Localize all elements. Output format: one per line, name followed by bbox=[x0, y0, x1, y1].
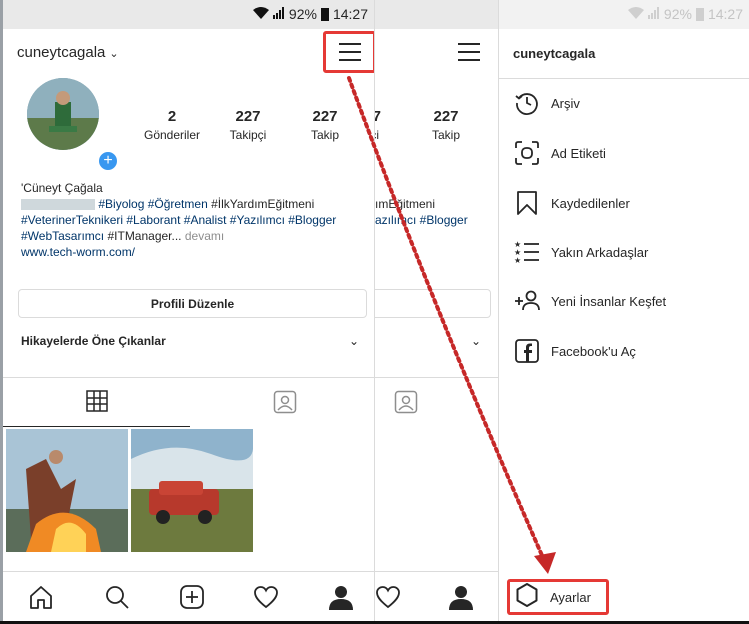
nametag-icon bbox=[513, 139, 541, 167]
menu-item-open-facebook[interactable]: Facebook'u Aç bbox=[513, 337, 636, 365]
posts-count: 2 bbox=[167, 108, 177, 125]
signal-icon bbox=[272, 6, 285, 22]
edit-profile-button[interactable]: Profili Düzenle bbox=[18, 289, 367, 318]
menu-label: Kaydedilenler bbox=[551, 195, 630, 211]
profile-bio: 'Cüneyt Çağala #Biyolog #Öğretmen #İlkYa… bbox=[21, 180, 366, 260]
discover-people-icon bbox=[513, 287, 541, 315]
grid-icon[interactable] bbox=[86, 390, 108, 417]
svg-text:★: ★ bbox=[514, 256, 521, 265]
gear-icon bbox=[514, 582, 540, 613]
bottom-nav bbox=[3, 571, 374, 621]
post-thumbnail[interactable] bbox=[6, 429, 128, 552]
settings-label: Ayarlar bbox=[550, 589, 591, 605]
status-bar-faded: 92% 14:27 bbox=[499, 0, 749, 29]
bio-hashtags-2[interactable]: #VeterinerTeknikeri #Laborant #Analist #… bbox=[21, 212, 366, 228]
heart-icon[interactable] bbox=[253, 584, 279, 610]
bookmark-icon bbox=[513, 189, 541, 217]
menu-label: Ad Etiketi bbox=[551, 145, 606, 161]
hamburger-icon bbox=[458, 43, 480, 45]
settings-menu-item[interactable]: Ayarlar bbox=[507, 579, 609, 615]
stat-posts[interactable]: 2 Gönderiler bbox=[137, 108, 207, 142]
hamburger-icon bbox=[338, 43, 361, 45]
clock: 14:27 bbox=[707, 6, 743, 22]
hamburger-menu-button[interactable] bbox=[323, 31, 374, 73]
post-thumbnail[interactable] bbox=[131, 429, 253, 552]
website-link[interactable]: www.tech-worm.com/ bbox=[21, 244, 366, 260]
followers-label: Takipçi bbox=[229, 128, 267, 142]
profile-tab-bar bbox=[3, 377, 374, 427]
blurred-text bbox=[21, 199, 95, 211]
bottom-nav bbox=[375, 571, 498, 621]
signal-icon bbox=[647, 6, 660, 22]
menu-item-archive[interactable]: Arşiv bbox=[513, 89, 580, 117]
wifi-icon bbox=[627, 6, 644, 22]
menu-item-close-friends[interactable]: ★ ★ ★ Yakın Arkadaşlar bbox=[513, 238, 648, 266]
chevron-down-icon: ⌄ bbox=[109, 48, 119, 60]
close-friends-list-icon: ★ ★ ★ bbox=[513, 238, 541, 266]
following-label: Takip bbox=[431, 128, 460, 142]
drawer-username: cuneytcagala bbox=[513, 46, 596, 61]
hamburger-menu-button[interactable] bbox=[447, 34, 491, 70]
menu-item-discover-people[interactable]: Yeni İnsanlar Keşfet bbox=[513, 287, 666, 315]
facebook-icon bbox=[513, 337, 541, 365]
side-drawer: 92% 14:27 cuneytcagala Arşiv Ad Etiketi … bbox=[498, 0, 749, 624]
menu-item-nametag[interactable]: Ad Etiketi bbox=[513, 139, 606, 167]
heart-icon[interactable] bbox=[375, 584, 401, 610]
status-bar bbox=[375, 0, 498, 29]
bio-line-1-rest: #İlkYardımEğitmeni bbox=[207, 197, 315, 211]
home-icon[interactable] bbox=[28, 584, 54, 610]
clock: 14:27 bbox=[332, 6, 368, 22]
profile-screen-behind-drawer: 7 çi 227 Takip ımEğitmeni azılımcı #Blog… bbox=[374, 0, 498, 624]
battery-icon bbox=[320, 7, 329, 21]
followers-label-partial: çi bbox=[375, 128, 379, 142]
profile-bio-partial: ımEğitmeni azılımcı #Blogger bbox=[375, 196, 498, 228]
menu-item-saved[interactable]: Kaydedilenler bbox=[513, 189, 630, 217]
bio-hashtags-partial[interactable]: azılımcı #Blogger bbox=[375, 212, 498, 228]
bio-hashtags-1[interactable]: #Biyolog #Öğretmen bbox=[98, 197, 207, 211]
active-tab-indicator bbox=[3, 426, 190, 427]
profile-username[interactable]: cuneytcagala ⌄ bbox=[17, 44, 119, 61]
edit-profile-button-partial[interactable] bbox=[375, 289, 491, 318]
stat-following[interactable]: 227 Takip bbox=[411, 108, 481, 142]
chevron-down-icon[interactable]: ⌄ bbox=[471, 334, 481, 348]
battery-icon bbox=[695, 7, 704, 21]
add-story-button[interactable]: + bbox=[97, 150, 119, 172]
stat-followers[interactable]: 227 Takipçi bbox=[213, 108, 283, 142]
tagged-photos-icon[interactable] bbox=[394, 390, 418, 419]
posts-label: Gönderiler bbox=[143, 128, 201, 142]
tagged-photos-icon[interactable] bbox=[273, 390, 297, 419]
menu-label: Yakın Arkadaşlar bbox=[551, 244, 649, 260]
new-post-icon[interactable] bbox=[179, 584, 205, 610]
bio-line-3-rest: #ITManager... bbox=[104, 229, 182, 243]
menu-label: Arşiv bbox=[551, 95, 580, 111]
battery-percent: 92% bbox=[288, 6, 317, 22]
menu-label: Yeni İnsanlar Keşfet bbox=[551, 293, 667, 309]
followers-count-partial: 7 bbox=[375, 108, 383, 125]
battery-percent: 92% bbox=[663, 6, 692, 22]
profile-icon[interactable] bbox=[328, 584, 354, 610]
menu-label: Facebook'u Aç bbox=[551, 343, 636, 359]
profile-tab-bar bbox=[375, 377, 498, 427]
avatar[interactable] bbox=[27, 78, 99, 150]
stat-following[interactable]: 227 Takip bbox=[290, 108, 360, 142]
profile-screen: 92% 14:27 cuneytcagala ⌄ + 2 Gönderiler 2… bbox=[0, 0, 374, 624]
bio-more-link[interactable]: devamı bbox=[182, 229, 224, 243]
stat-followers-partial[interactable]: 7 çi bbox=[375, 108, 383, 142]
search-icon[interactable] bbox=[104, 584, 130, 610]
drawer-divider bbox=[499, 78, 749, 79]
bio-line-partial: ımEğitmeni bbox=[375, 197, 436, 211]
followers-count: 227 bbox=[235, 108, 261, 125]
profile-icon[interactable] bbox=[448, 584, 474, 610]
following-count: 227 bbox=[433, 108, 459, 125]
highlights-label[interactable]: Hikayelerde Öne Çıkanlar bbox=[21, 334, 166, 348]
bio-hashtag-3[interactable]: #WebTasarımcı bbox=[21, 229, 104, 243]
username-text: cuneytcagala bbox=[17, 44, 106, 61]
chevron-down-icon[interactable]: ⌄ bbox=[349, 334, 359, 348]
bio-name: 'Cüneyt Çağala bbox=[21, 181, 103, 195]
archive-clock-icon bbox=[513, 89, 541, 117]
status-bar: 92% 14:27 bbox=[3, 0, 374, 29]
wifi-icon bbox=[252, 6, 269, 22]
following-count: 227 bbox=[312, 108, 338, 125]
following-label: Takip bbox=[310, 128, 339, 142]
